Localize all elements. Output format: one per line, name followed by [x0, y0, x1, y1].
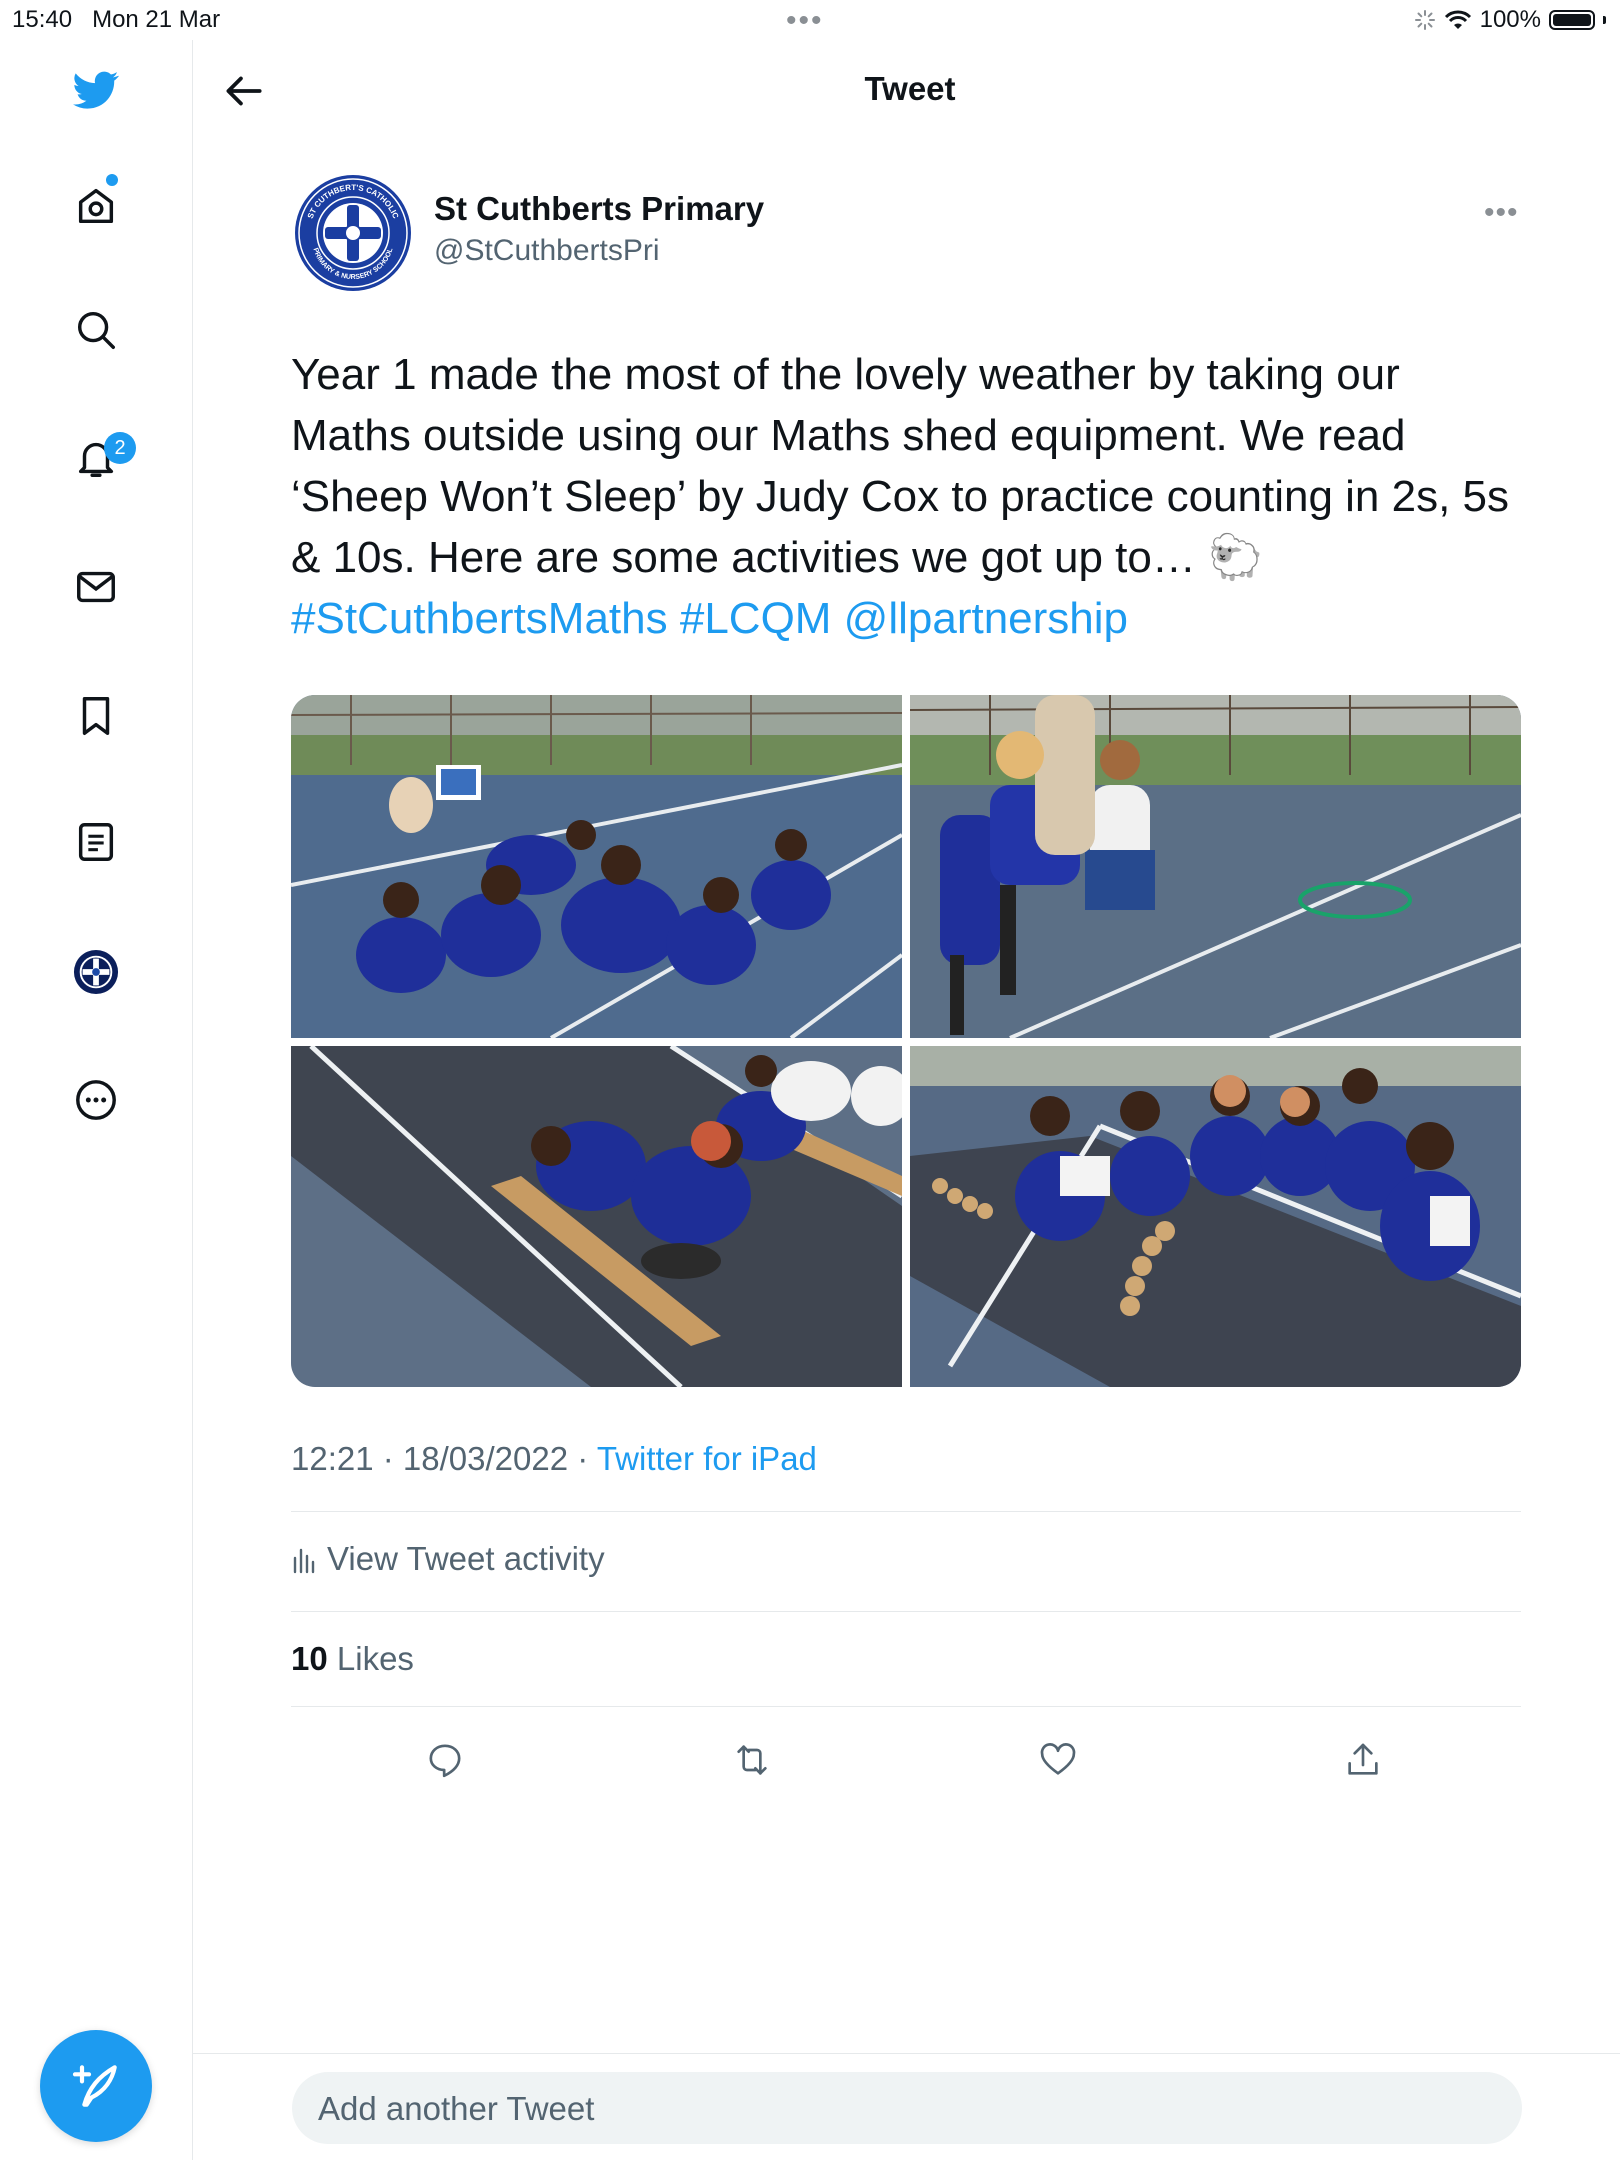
- divider: [192, 2053, 1620, 2054]
- view-tweet-activity[interactable]: View Tweet activity: [291, 1540, 605, 1578]
- heart-icon: [1040, 1743, 1076, 1775]
- twitter-bird-icon[interactable]: [66, 60, 126, 120]
- bookmark-icon[interactable]: [66, 686, 126, 746]
- reply-button[interactable]: [415, 1730, 475, 1790]
- retweet-icon: [737, 1745, 767, 1775]
- photo-children-with-counters: [910, 1046, 1521, 1387]
- divider: [291, 1511, 1521, 1512]
- wifi-icon: [1444, 10, 1471, 29]
- notifications-badge: 2: [104, 432, 136, 464]
- multitasking-dots-icon[interactable]: •••: [786, 4, 824, 38]
- tweet-text: Year 1 made the most of the lovely weath…: [291, 344, 1531, 649]
- page-title: Tweet: [864, 70, 956, 107]
- likes-count[interactable]: 10 Likes: [291, 1640, 414, 1678]
- feather-plus-icon: [72, 2065, 117, 2107]
- like-button[interactable]: [1028, 1730, 1088, 1790]
- reply-input[interactable]: Add another Tweet: [292, 2072, 1522, 2144]
- reply-icon: [429, 1744, 461, 1778]
- status-time: 15:40 Mon 21 Mar: [12, 6, 221, 33]
- list-icon[interactable]: [66, 812, 126, 872]
- profile-avatar[interactable]: [66, 942, 126, 1002]
- photo-reading-to-children: [291, 695, 902, 1038]
- likes-label: Likes: [336, 1640, 414, 1677]
- back-arrow-icon[interactable]: [218, 66, 268, 116]
- tweet-body: Year 1 made the most of the lovely weath…: [291, 350, 1510, 582]
- tweet-photo-3[interactable]: [291, 1046, 902, 1387]
- share-button[interactable]: [1333, 1730, 1393, 1790]
- activity-label: View Tweet activity: [327, 1540, 605, 1577]
- more-options-icon[interactable]: •••: [1484, 196, 1519, 230]
- photo-number-line: [291, 1046, 902, 1387]
- author-avatar[interactable]: ST CUTHBERT'S CATHOLIC PRIMARY & NURSERY…: [292, 172, 414, 294]
- divider: [291, 1611, 1521, 1612]
- more-icon[interactable]: [66, 1070, 126, 1130]
- author-name[interactable]: St Cuthberts Primary: [434, 190, 764, 228]
- retweet-button[interactable]: [722, 1730, 782, 1790]
- status-bar: 15:40 Mon 21 Mar ••• 100%: [0, 0, 1620, 40]
- author-handle[interactable]: @StCuthbertsPri: [434, 234, 660, 268]
- sidebar: 2: [0, 40, 193, 2160]
- tweet-source[interactable]: Twitter for iPad: [597, 1440, 817, 1477]
- tweet-time: 12:21: [291, 1440, 374, 1477]
- tweet-date: 18/03/2022: [402, 1440, 569, 1477]
- search-icon[interactable]: [66, 300, 126, 360]
- activity-spinner-icon: [1414, 10, 1435, 30]
- analytics-icon: [293, 1548, 315, 1574]
- tweet-photo-1[interactable]: [291, 695, 902, 1038]
- tweet-timestamp: 12:21 · 18/03/2022 · Twitter for iPad: [291, 1440, 817, 1477]
- home-unread-dot: [106, 174, 118, 186]
- mail-icon[interactable]: [66, 557, 126, 617]
- battery-icon: [1549, 10, 1595, 30]
- home-icon[interactable]: [66, 176, 126, 236]
- battery-percent: 100%: [1479, 6, 1541, 33]
- tweet-media-grid: [291, 695, 1521, 1387]
- tweet-photo-4[interactable]: [910, 1046, 1521, 1387]
- likes-number: 10: [291, 1640, 328, 1677]
- tweet-hashtags-mentions[interactable]: #StCuthbertsMaths #LCQM @llpartnership: [291, 594, 1128, 643]
- reply-placeholder: Add another Tweet: [318, 2090, 595, 2127]
- compose-tweet-button[interactable]: [40, 2030, 152, 2142]
- divider: [291, 1706, 1521, 1707]
- tweet-photo-2[interactable]: [910, 695, 1521, 1038]
- status-indicators: 100%: [1414, 6, 1606, 34]
- photo-children-with-hoop: [910, 695, 1521, 1038]
- share-icon: [1348, 1743, 1378, 1775]
